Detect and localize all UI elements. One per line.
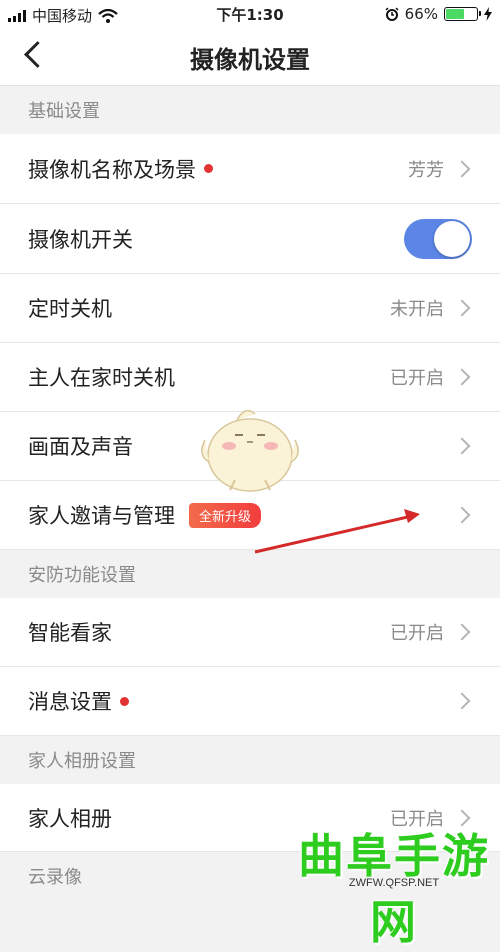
- chevron-right-icon: [453, 692, 471, 710]
- row-value: 芳芳: [408, 159, 444, 181]
- section-header-album: 家人相册设置: [0, 736, 500, 784]
- row-value: 已开启: [390, 623, 444, 644]
- chevron-right-icon: [453, 368, 471, 386]
- charging-icon: [484, 7, 492, 21]
- row-value: 已开启: [390, 368, 444, 389]
- row-value: 未开启: [390, 299, 444, 320]
- row-label: 画面及声音: [28, 435, 133, 459]
- watermark-url: ZWFW.QFSP.NET: [348, 877, 440, 889]
- row-smart-guard[interactable]: 智能看家 已开启: [0, 598, 500, 667]
- red-dot-icon: [204, 164, 213, 173]
- chevron-right-icon: [453, 506, 471, 524]
- row-label: 摄像机名称及场景: [28, 157, 196, 182]
- red-dot-icon: [120, 696, 129, 706]
- row-message-settings[interactable]: 消息设置: [0, 667, 500, 736]
- row-label: 摄像机开关: [28, 227, 133, 252]
- row-label: 家人相册: [28, 806, 112, 831]
- watermark: 曲阜手游网 ZWFW.QFSP.NET: [288, 826, 500, 949]
- chevron-right-icon: [453, 160, 471, 177]
- toggle-knob: [434, 220, 470, 257]
- new-upgrade-badge: 全新升级: [189, 502, 262, 528]
- row-label: 消息设置: [28, 690, 112, 714]
- row-camera-switch: 摄像机开关: [0, 204, 500, 274]
- battery-icon: [444, 7, 481, 21]
- camera-switch-toggle[interactable]: [404, 218, 472, 259]
- nav-bar: 摄像机设置: [0, 28, 500, 86]
- battery-percent: 66%: [404, 5, 438, 23]
- mascot-illustration: [201, 409, 299, 492]
- page-title: 摄像机设置: [190, 46, 310, 74]
- row-label: 智能看家: [28, 621, 112, 645]
- chevron-right-icon: [453, 299, 471, 317]
- row-label: 家人邀请与管理: [28, 504, 175, 528]
- row-label: 定时关机: [28, 297, 112, 321]
- chevron-right-icon: [453, 437, 471, 455]
- alarm-icon: [385, 7, 399, 21]
- row-timer-off[interactable]: 定时关机 未开启: [0, 274, 500, 343]
- section-header-basic: 基础设置: [0, 86, 500, 134]
- row-camera-name[interactable]: 摄像机名称及场景 芳芳: [0, 134, 500, 204]
- row-label: 主人在家时关机: [28, 366, 175, 390]
- section-header-security: 安防功能设置: [0, 550, 500, 598]
- chevron-right-icon: [453, 623, 471, 641]
- status-bar: 中国移动 下午1:30 66%: [0, 0, 500, 28]
